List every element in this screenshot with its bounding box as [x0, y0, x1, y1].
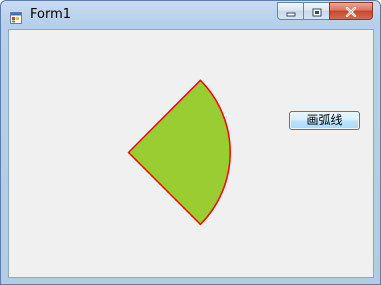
close-button[interactable] — [329, 2, 373, 20]
window-title: Form1 — [30, 7, 72, 22]
pie-sector-shape — [127, 79, 231, 226]
maximize-button[interactable] — [303, 2, 329, 20]
form1-window: Form1 画弧线 — [0, 0, 381, 285]
minimize-icon — [286, 2, 296, 21]
form-client-area: 画弧线 — [8, 29, 374, 278]
caption-buttons — [277, 2, 373, 21]
form-app-icon[interactable] — [10, 9, 22, 24]
title-bar[interactable]: Form1 — [1, 1, 380, 29]
close-icon — [345, 2, 357, 21]
drawing-canvas — [127, 79, 231, 226]
minimize-button[interactable] — [277, 2, 303, 20]
maximize-icon — [312, 2, 322, 21]
draw-arc-button[interactable]: 画弧线 — [289, 111, 360, 130]
